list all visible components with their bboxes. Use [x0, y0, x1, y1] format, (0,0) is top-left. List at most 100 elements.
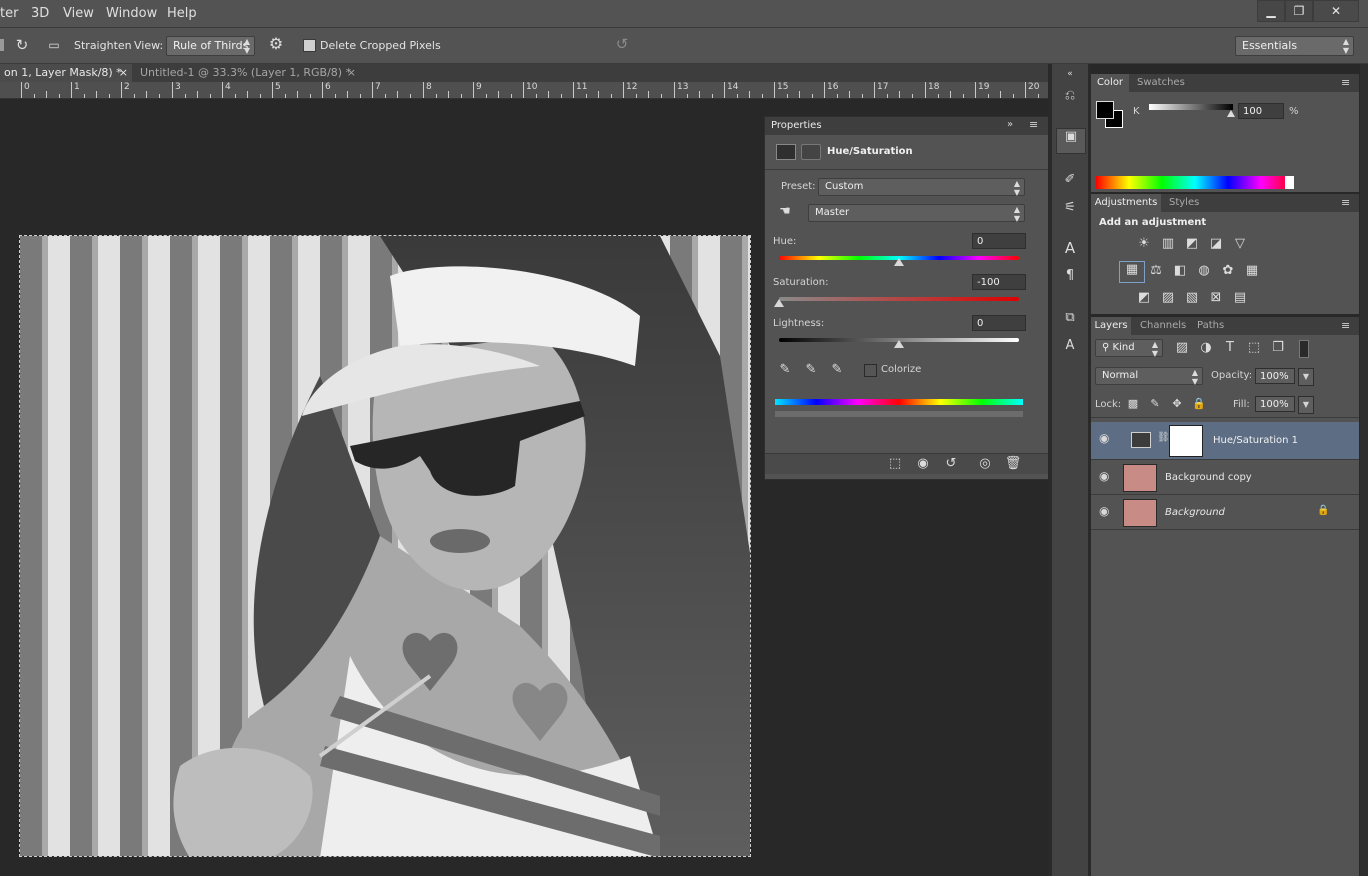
invert-icon[interactable]: ◩ — [1135, 290, 1153, 306]
saturation-slider-track[interactable] — [779, 297, 1019, 301]
workspace-dropdown[interactable]: Essentials ▲ ▼ — [1235, 36, 1354, 56]
layer-name[interactable]: Hue/Saturation 1 — [1213, 435, 1298, 446]
lock-image-icon[interactable]: ✎ — [1147, 396, 1163, 412]
saturation-slider-thumb[interactable] — [774, 299, 784, 307]
visibility-eye-icon[interactable]: ◉ — [1099, 469, 1109, 483]
curves-icon[interactable]: ◩ — [1183, 236, 1201, 252]
scrollbar[interactable] — [1360, 64, 1368, 876]
panel-menu-icon[interactable]: ≡ — [1341, 317, 1350, 335]
restore-button[interactable]: ❐ — [1285, 0, 1313, 22]
rotate-icon[interactable]: ↻ — [12, 37, 32, 53]
panel-menu-icon[interactable]: ≡ — [1341, 194, 1350, 212]
straighten-button[interactable]: Straighten — [74, 39, 132, 52]
color-ramp[interactable] — [1096, 176, 1294, 189]
tab-paths[interactable]: Paths — [1197, 317, 1224, 335]
gear-icon[interactable]: ⚙ — [266, 36, 286, 52]
layer-mask-thumbnail[interactable] — [1169, 425, 1203, 457]
filter-toggle-switch[interactable] — [1299, 340, 1309, 358]
vibrance-icon[interactable]: ▽ — [1231, 236, 1249, 252]
tab-channels[interactable]: Channels — [1140, 317, 1186, 335]
visibility-eye-icon[interactable]: ◎ — [975, 456, 995, 472]
view-previous-state-icon[interactable]: ◉ — [913, 456, 933, 472]
colorize-checkbox[interactable] — [864, 364, 877, 377]
black-white-icon[interactable]: ◧ — [1171, 263, 1189, 279]
reset-icon[interactable]: ↺ — [612, 36, 632, 52]
gradient-map-icon[interactable]: ▤ — [1231, 290, 1249, 306]
straighten-icon[interactable]: ▭ — [44, 37, 64, 53]
brightness-contrast-icon[interactable]: ☀ — [1135, 236, 1153, 252]
foreground-color-swatch[interactable] — [1096, 101, 1114, 119]
collapse-panel-icon[interactable]: » — [1007, 119, 1013, 130]
panel-menu-icon[interactable]: ≡ — [1341, 74, 1350, 92]
levels-icon[interactable]: ▥ — [1159, 236, 1177, 252]
delete-icon[interactable]: 🗑 — [1003, 456, 1023, 472]
tab-untitled-1[interactable]: Untitled-1 @ 33.3% (Layer 1, RGB/8) * × — [136, 64, 360, 82]
tab-layers[interactable]: Layers — [1091, 317, 1131, 335]
saturation-input[interactable]: -100 — [972, 274, 1026, 290]
eyedropper-minus-icon[interactable]: ✎ — [827, 362, 847, 378]
lock-all-icon[interactable]: 🔒 — [1191, 396, 1207, 412]
reset-defaults-icon[interactable]: ↺ — [941, 456, 961, 472]
layer-row-background[interactable]: ◉ Background 🔒 — [1091, 495, 1359, 530]
expand-panels-icon[interactable]: « — [1062, 66, 1078, 82]
clone-source-icon[interactable]: ⧉ — [1060, 310, 1080, 326]
lock-position-icon[interactable]: ✥ — [1169, 396, 1185, 412]
pixel-filter-icon[interactable]: ▨ — [1173, 340, 1191, 356]
tab-color[interactable]: Color — [1091, 74, 1129, 92]
layer-row-background-copy[interactable]: ◉ Background copy — [1091, 460, 1359, 495]
menu-view[interactable]: View — [63, 6, 94, 21]
tab-styles[interactable]: Styles — [1169, 194, 1199, 212]
hue-saturation-adjustment-icon[interactable]: ▦ — [1119, 261, 1145, 283]
type-filter-icon[interactable]: T — [1221, 340, 1239, 356]
properties-panel-icon[interactable]: ▣ — [1056, 128, 1086, 154]
visibility-eye-icon[interactable]: ◉ — [1099, 504, 1109, 518]
tab-properties[interactable]: Properties — [771, 120, 822, 131]
lock-transparent-icon[interactable]: ▩ — [1125, 396, 1141, 412]
lightness-input[interactable]: 0 — [972, 315, 1026, 331]
eyedropper-icon[interactable]: ✎ — [775, 362, 795, 378]
close-tab-icon[interactable]: × — [119, 64, 128, 82]
mask-icon[interactable] — [801, 144, 821, 160]
filter-kind-dropdown[interactable]: ⚲ Kind ▲ ▼ — [1095, 339, 1163, 358]
clip-to-layer-icon[interactable]: ⬚ — [885, 456, 905, 472]
delete-cropped-checkbox[interactable] — [303, 39, 316, 52]
opacity-dropdown-arrow[interactable]: ▼ — [1298, 368, 1314, 386]
adjustment-filter-icon[interactable]: ◑ — [1197, 340, 1215, 356]
selective-color-icon[interactable]: ⊠ — [1207, 290, 1225, 306]
document-canvas-photo[interactable] — [19, 235, 751, 857]
tab-swatches[interactable]: Swatches — [1137, 74, 1185, 92]
blend-mode-dropdown[interactable]: Normal ▲ ▼ — [1095, 367, 1203, 386]
character-icon[interactable]: A — [1060, 240, 1080, 256]
color-ramp-white[interactable] — [1285, 176, 1294, 189]
brush-presets-icon[interactable]: ⚟ — [1060, 200, 1080, 216]
glyphs-icon[interactable]: A — [1060, 338, 1080, 354]
k-slider-thumb[interactable] — [1227, 110, 1235, 117]
menu-3d[interactable]: 3D — [31, 6, 49, 21]
targeted-adjustment-hand-icon[interactable]: ☚ — [775, 204, 795, 220]
eyedropper-plus-icon[interactable]: ✎ — [801, 362, 821, 378]
tab-adjustments[interactable]: Adjustments — [1091, 194, 1161, 212]
minimize-button[interactable]: ▁ — [1257, 0, 1285, 22]
k-slider-track[interactable] — [1149, 104, 1233, 110]
color-lookup-icon[interactable]: ▦ — [1243, 263, 1261, 279]
panel-menu-icon[interactable]: ≡ — [1029, 118, 1038, 131]
close-button[interactable]: ✕ — [1313, 0, 1359, 22]
hue-input[interactable]: 0 — [972, 233, 1026, 249]
channel-mixer-icon[interactable]: ✿ — [1219, 263, 1237, 279]
exposure-icon[interactable]: ◪ — [1207, 236, 1225, 252]
shape-filter-icon[interactable]: ⬚ — [1245, 340, 1263, 356]
menu-window[interactable]: Window — [106, 6, 157, 21]
lightness-slider-thumb[interactable] — [894, 340, 904, 348]
link-chain-icon[interactable]: ⛓ — [1157, 432, 1170, 443]
channel-dropdown[interactable]: Master ▲ ▼ — [808, 204, 1025, 223]
visibility-eye-icon[interactable]: ◉ — [1099, 431, 1109, 445]
history-icon[interactable]: ⎌ — [1060, 88, 1080, 104]
preset-dropdown[interactable]: Custom ▲ ▼ — [818, 178, 1025, 197]
tool-preset-icon[interactable] — [0, 39, 4, 51]
close-tab-icon[interactable]: × — [347, 64, 356, 82]
fill-dropdown-arrow[interactable]: ▼ — [1298, 396, 1314, 414]
posterize-icon[interactable]: ▨ — [1159, 290, 1177, 306]
fill-input[interactable]: 100% — [1255, 396, 1295, 412]
brush-icon[interactable]: ✐ — [1060, 172, 1080, 188]
layer-name[interactable]: Background copy — [1165, 472, 1252, 483]
